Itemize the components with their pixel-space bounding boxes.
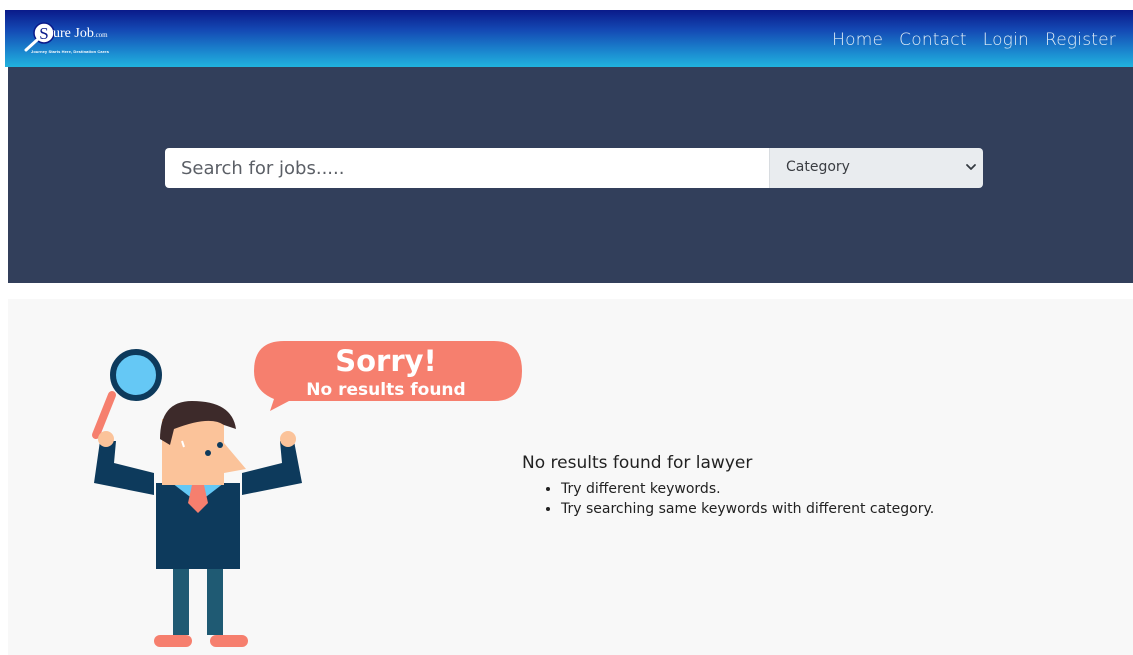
brand-logo[interactable]: S ure Job.com Journey Starts Here, Desti… [23, 20, 143, 60]
nav-contact-link[interactable]: Contact [899, 30, 967, 50]
nav-links: Home Contact Login Register [832, 30, 1116, 50]
brand-name-text: ure Job [53, 26, 94, 41]
search-tips-list: Try different keywords. Try searching sa… [522, 479, 934, 519]
results-panel: Sorry! No results found No results found… [8, 299, 1133, 655]
sorry-speech-bubble: Sorry! No results found [254, 341, 522, 411]
category-select-value: Category [786, 159, 850, 175]
search-bar: Category [165, 148, 983, 188]
search-hero: Category [8, 67, 1133, 283]
magnifying-glass-icon [92, 349, 162, 439]
bubble-no-results-text: No results found [306, 380, 465, 400]
no-results-message: No results found for lawyer Try differen… [522, 453, 934, 519]
brand-name: ure Job.com [53, 26, 108, 42]
chevron-down-icon [966, 164, 976, 170]
nav-register-link[interactable]: Register [1045, 30, 1116, 50]
bubble-sorry-text: Sorry! [335, 344, 437, 378]
navbar: S ure Job.com Journey Starts Here, Desti… [5, 10, 1133, 67]
no-results-illustration: Sorry! No results found [92, 341, 522, 647]
browser-top-strip [0, 0, 1133, 10]
brand-suffix: .com [93, 31, 108, 39]
nav-home-link[interactable]: Home [832, 30, 883, 50]
job-search-input[interactable] [165, 148, 769, 188]
no-results-title: No results found for lawyer [522, 453, 753, 473]
search-tip: Try different keywords. [561, 479, 934, 499]
logo-letter: S [39, 24, 48, 43]
category-select[interactable]: Category [769, 148, 983, 188]
brand-tagline: Journey Starts Here, Destination Cares [31, 49, 110, 54]
nav-login-link[interactable]: Login [983, 30, 1029, 50]
clipped-text [620, 0, 623, 6]
search-tip: Try searching same keywords with differe… [561, 499, 934, 519]
